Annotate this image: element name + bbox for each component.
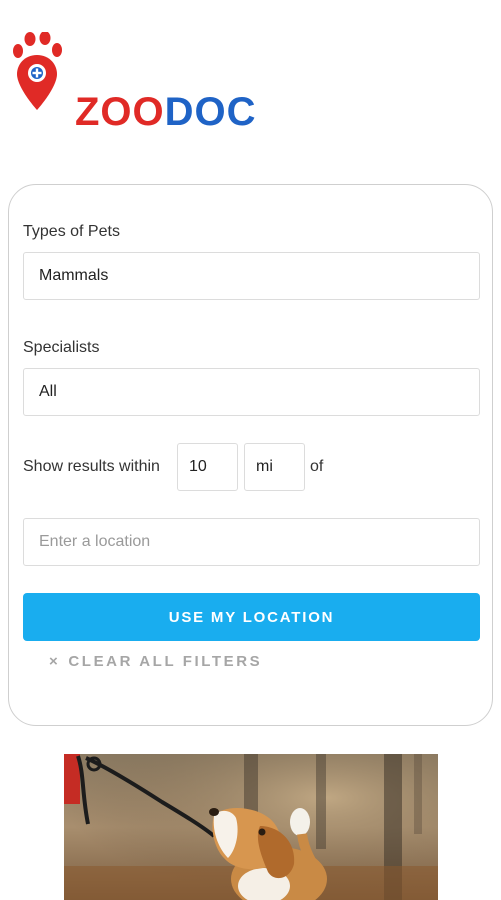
pet-type-label: Types of Pets [23, 223, 120, 240]
beagle-photo [64, 754, 438, 900]
specialist-label: Specialists [23, 339, 100, 356]
distance-input[interactable]: 10 [177, 443, 238, 491]
within-label: Show results within [23, 458, 160, 475]
of-label: of [310, 458, 324, 475]
clear-filters-label: CLEAR ALL FILTERS [68, 653, 263, 670]
distance-row: Show results within 10 mi of [23, 443, 483, 491]
logo-doc: DOC [164, 90, 257, 134]
paw-pin-icon [13, 32, 62, 110]
specialist-select[interactable]: All [23, 368, 480, 416]
use-my-location-button[interactable]: USE MY LOCATION [23, 593, 480, 641]
logo-zoo: ZOO [75, 90, 165, 134]
unit-select[interactable]: mi [244, 443, 305, 491]
clear-filters-link[interactable]: × CLEAR ALL FILTERS [49, 653, 262, 670]
location-input[interactable] [23, 518, 480, 566]
close-icon: × [49, 653, 61, 670]
pet-type-select[interactable]: Mammals [23, 252, 480, 300]
search-filter-card: Types of Pets Mammals Specialists All Sh… [8, 184, 493, 726]
logo-wordmark: ZOODOC [75, 92, 257, 132]
zoodoc-logo: ZOODOC [12, 32, 256, 132]
